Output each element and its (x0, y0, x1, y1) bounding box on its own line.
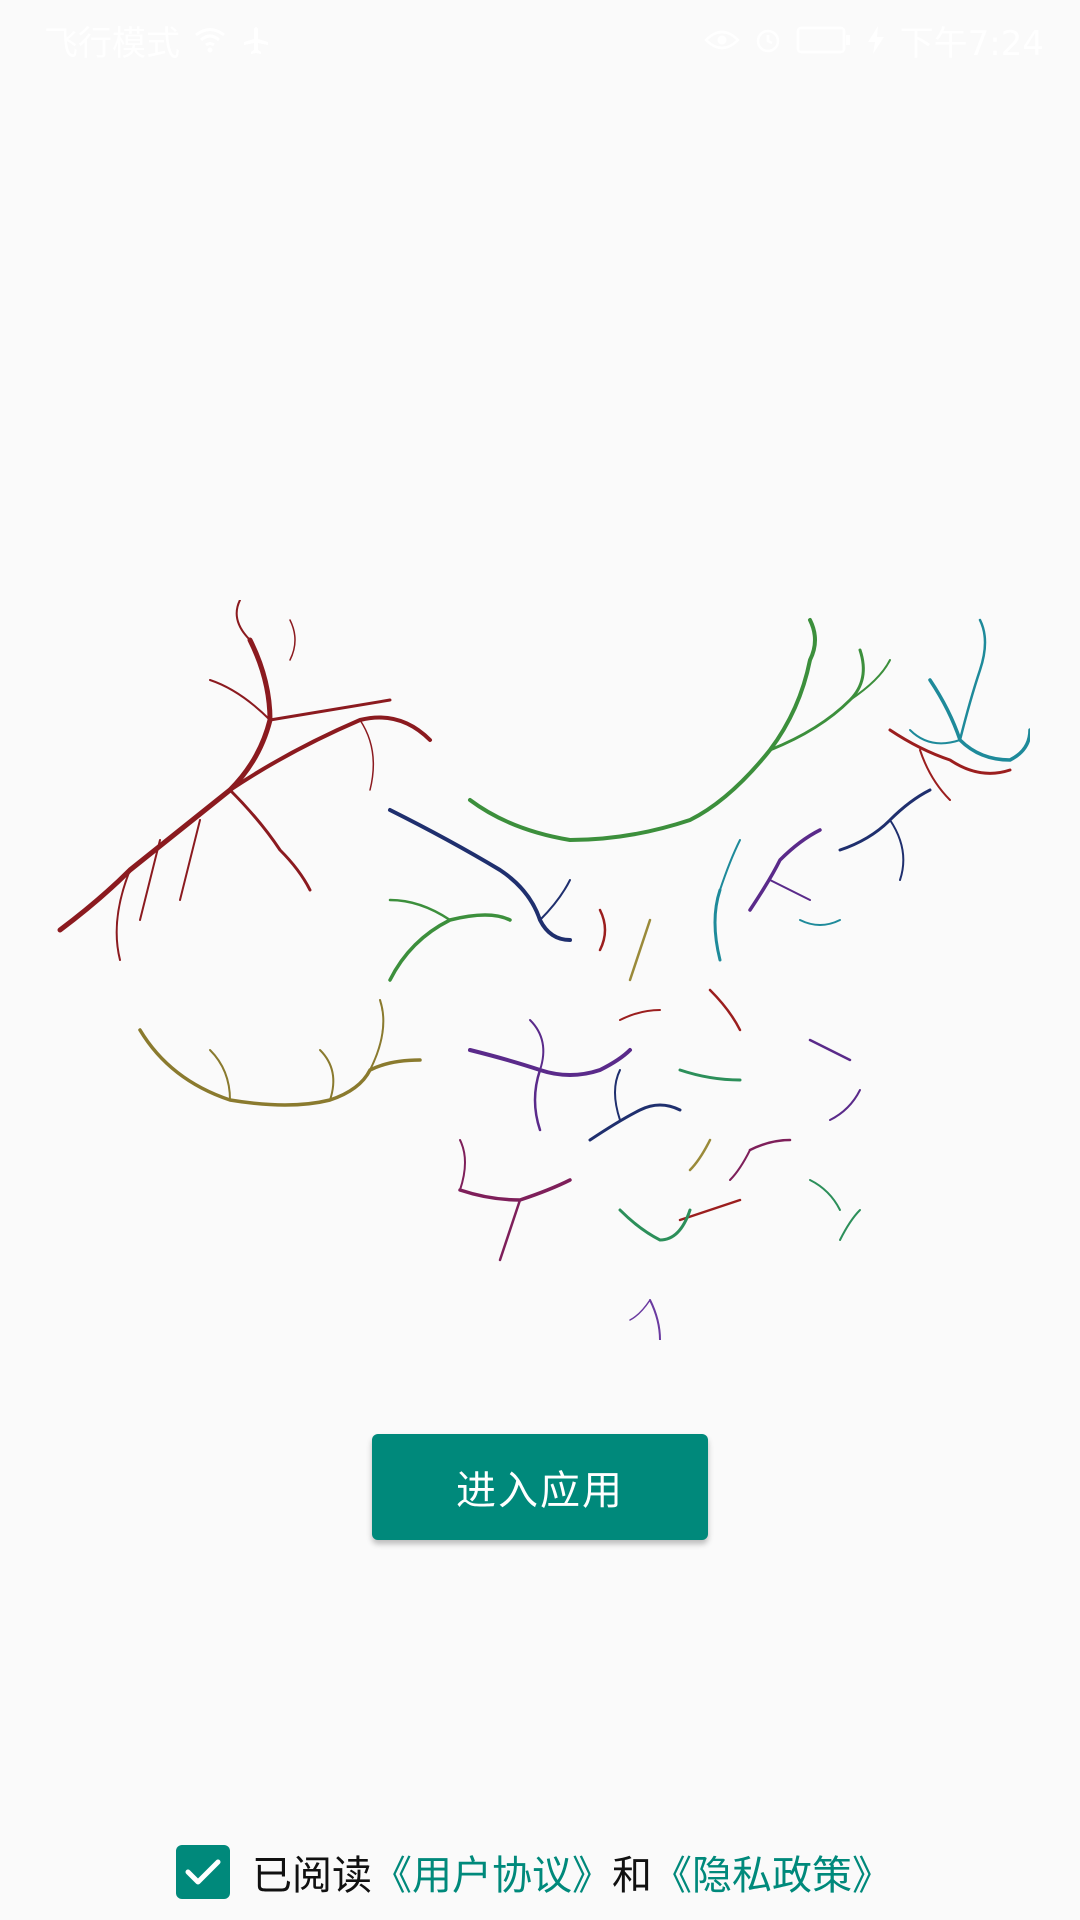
battery-icon (796, 25, 852, 55)
enter-app-button[interactable]: 进入应用 (372, 1434, 708, 1540)
airplane-mode-label: 飞行模式 (44, 23, 180, 64)
status-bar-left: 飞行模式 (44, 16, 272, 65)
agreement-conjunction: 和 (612, 1853, 652, 1899)
china-rivers-map-image (57, 600, 1030, 1340)
status-time: 下午7:24 (899, 23, 1044, 64)
privacy-policy-link[interactable]: 《隐私政策》 (652, 1843, 892, 1901)
alarm-icon (754, 26, 782, 54)
agreement-prefix: 已阅读 (252, 1853, 372, 1899)
charging-icon (866, 25, 886, 55)
wifi-icon (194, 26, 226, 54)
agreement-checkbox[interactable] (176, 1845, 230, 1899)
checkmark-icon (185, 1859, 221, 1885)
airplane-icon (240, 24, 272, 56)
agreement-row: 已阅读 《用户协议》 和 《隐私政策》 (176, 1842, 892, 1902)
status-bar-right: 下午7:24 (703, 16, 1044, 65)
user-agreement-link[interactable]: 《用户协议》 (372, 1843, 612, 1901)
status-bar: 飞行模式 下午7:24 (0, 0, 1080, 80)
eye-icon (703, 28, 740, 52)
river-map-illustration (30, 600, 1030, 1340)
splash-screen: 飞行模式 下午7:24 进入应用 已阅读 《用户协议》 和 《隐私政策》 (0, 0, 1080, 1920)
